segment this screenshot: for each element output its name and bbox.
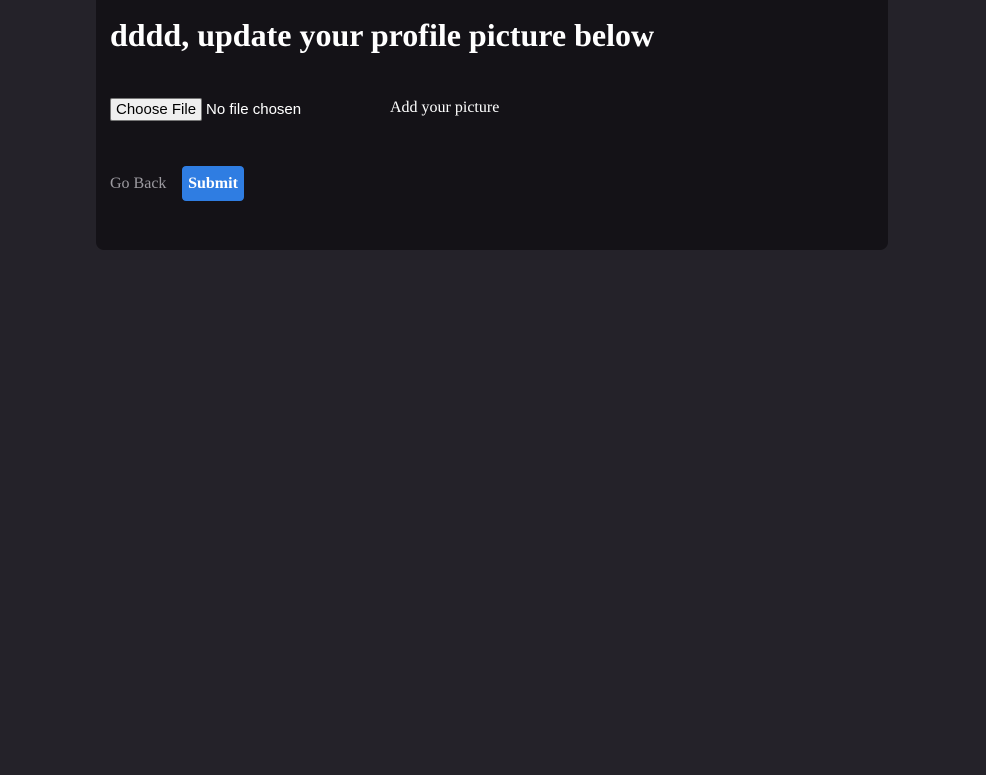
choose-file-button[interactable]: Choose File — [110, 97, 203, 121]
file-status-text: No file chosen — [206, 100, 302, 118]
submit-button[interactable]: Submit — [182, 166, 244, 201]
page-title: dddd, update your profile picture below — [110, 17, 655, 53]
file-field-label: Add your picture — [390, 99, 500, 116]
go-back-link[interactable]: Go Back — [110, 174, 166, 194]
profile-picture-card: dddd, update your profile picture below … — [96, 0, 888, 250]
file-input[interactable]: Choose File No file chosen — [110, 97, 301, 121]
